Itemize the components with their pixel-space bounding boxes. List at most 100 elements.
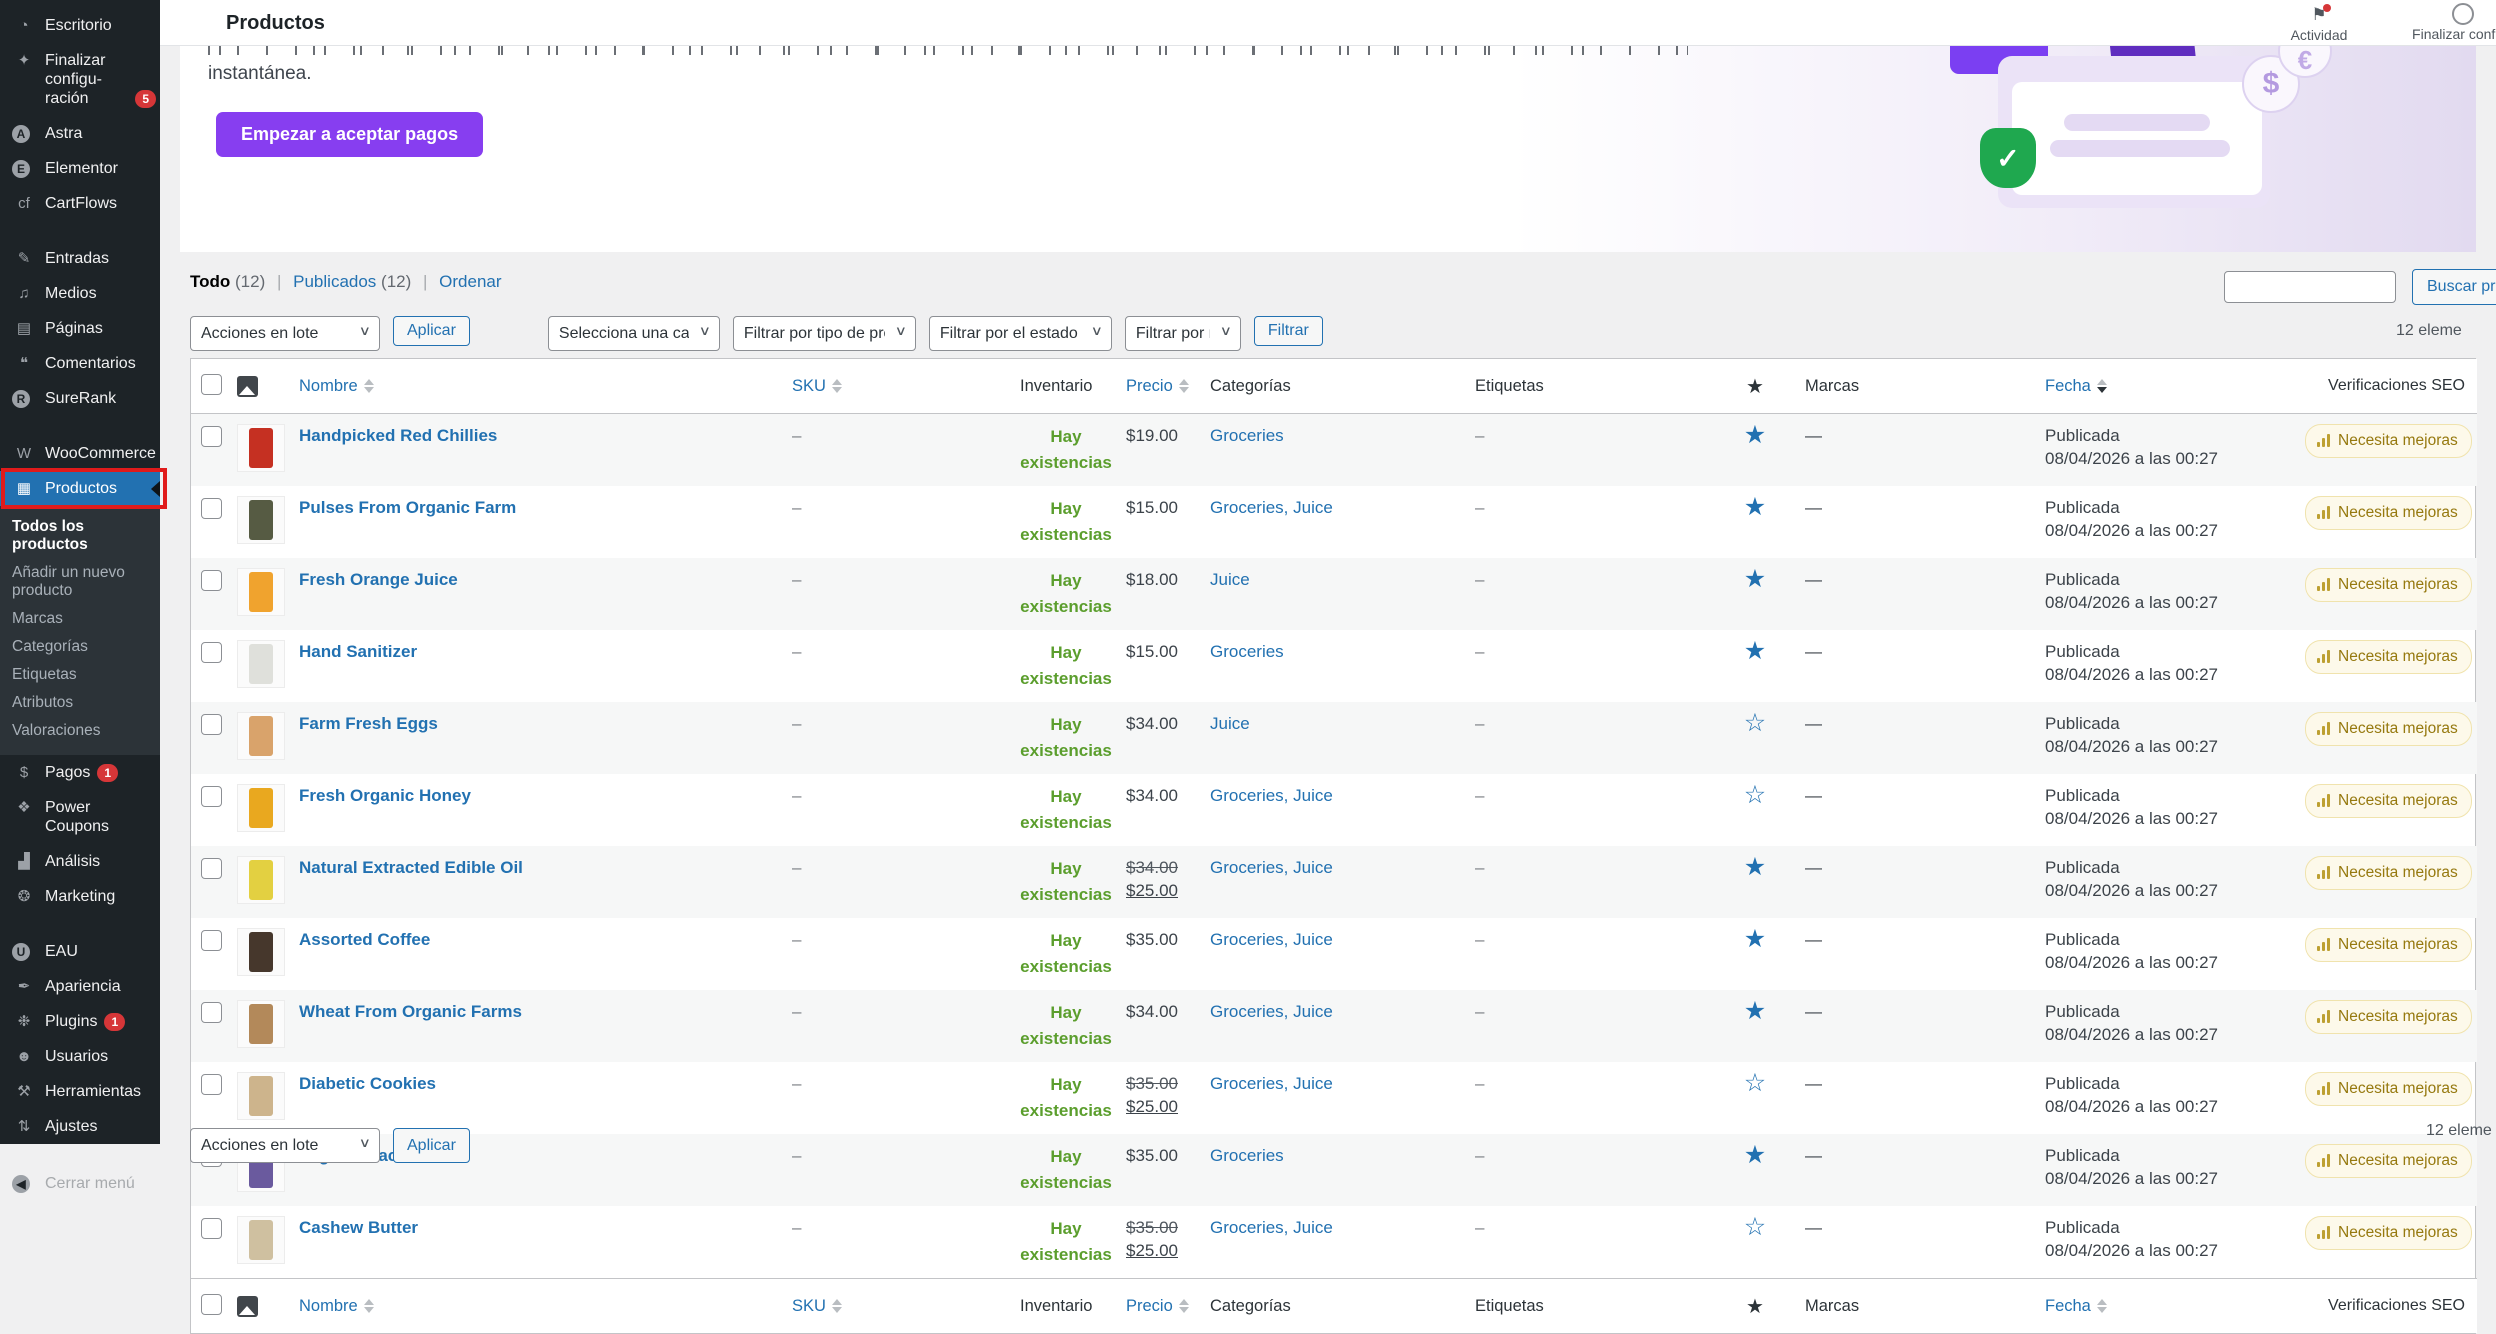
featured-star-filled-icon[interactable]: ★: [1744, 421, 1766, 449]
sidebar-item-power-coupons[interactable]: ❖ Power Coupons: [0, 790, 160, 844]
category-links[interactable]: Groceries: [1210, 642, 1284, 661]
view-published-link[interactable]: Publicados: [293, 272, 376, 291]
featured-star-filled-icon[interactable]: ★: [1744, 493, 1766, 521]
sort-by-price-footer[interactable]: Precio: [1126, 1297, 1189, 1316]
seo-check-badge[interactable]: Necesita mejoras: [2305, 1072, 2472, 1106]
product-name-link[interactable]: Assorted Coffee: [299, 930, 430, 949]
product-name-link[interactable]: Diabetic Cookies: [299, 1074, 436, 1093]
seo-check-badge[interactable]: Necesita mejoras: [2305, 1000, 2472, 1034]
category-links[interactable]: Groceries, Juice: [1210, 858, 1333, 877]
sort-by-date-footer[interactable]: Fecha: [2045, 1297, 2107, 1316]
sidebar-item-paginas[interactable]: ▤ Páginas: [0, 311, 160, 346]
finish-setup-button[interactable]: Finalizar configu: [2404, 3, 2496, 43]
featured-star-filled-icon[interactable]: ★: [1744, 637, 1766, 665]
product-thumbnail[interactable]: [237, 928, 285, 976]
product-thumbnail[interactable]: [237, 712, 285, 760]
sort-by-sku-footer[interactable]: SKU: [792, 1297, 842, 1316]
sidebar-item-pagos[interactable]: $ Pagos 1: [0, 755, 160, 790]
category-links[interactable]: Juice: [1210, 714, 1250, 733]
sidebar-item-surerank[interactable]: R SureRank: [0, 381, 160, 416]
sort-by-sku[interactable]: SKU: [792, 377, 842, 396]
seo-check-badge[interactable]: Necesita mejoras: [2305, 784, 2472, 818]
featured-star-hollow-icon[interactable]: ☆: [1744, 1069, 1766, 1097]
sidebar-item-cerrar-menu[interactable]: ◀ Cerrar menú: [0, 1166, 160, 1201]
select-all-checkbox[interactable]: [201, 374, 222, 395]
view-sort-link[interactable]: Ordenar: [439, 272, 501, 291]
activity-button[interactable]: ⚑ Actividad: [2260, 3, 2378, 43]
sidebar-item-apariencia[interactable]: ✒ Apariencia: [0, 969, 160, 1004]
product-name-link[interactable]: Farm Fresh Eggs: [299, 714, 438, 733]
product-name-link[interactable]: Handpicked Red Chillies: [299, 426, 497, 445]
product-thumbnail[interactable]: [237, 640, 285, 688]
featured-star-filled-icon[interactable]: ★: [1744, 853, 1766, 881]
sidebar-item-comentarios[interactable]: ❝ Comentarios: [0, 346, 160, 381]
seo-check-badge[interactable]: Necesita mejoras: [2305, 928, 2472, 962]
sort-by-name[interactable]: Nombre: [299, 377, 374, 396]
featured-star-hollow-icon[interactable]: ☆: [1744, 1213, 1766, 1241]
submenu-item-categorias[interactable]: Categorías: [12, 633, 160, 661]
product-thumbnail[interactable]: [237, 784, 285, 832]
sidebar-item-entradas[interactable]: ✎ Entradas: [0, 241, 160, 276]
seo-check-badge[interactable]: Necesita mejoras: [2305, 1144, 2472, 1178]
apply-button[interactable]: Aplicar: [393, 316, 470, 346]
row-checkbox[interactable]: [201, 1002, 222, 1023]
product-name-link[interactable]: Hand Sanitizer: [299, 642, 417, 661]
row-checkbox[interactable]: [201, 642, 222, 663]
sidebar-item-eau[interactable]: U EAU: [0, 934, 160, 969]
product-thumbnail[interactable]: [237, 1216, 285, 1264]
seo-check-badge[interactable]: Necesita mejoras: [2305, 496, 2472, 530]
sidebar-item-elementor[interactable]: E Elementor: [0, 151, 160, 186]
product-name-link[interactable]: Wheat From Organic Farms: [299, 1002, 522, 1021]
seo-check-badge[interactable]: Necesita mejoras: [2305, 1216, 2472, 1250]
category-links[interactable]: Groceries, Juice: [1210, 1218, 1333, 1237]
seo-check-badge[interactable]: Necesita mejoras: [2305, 712, 2472, 746]
category-links[interactable]: Groceries: [1210, 1146, 1284, 1165]
category-links[interactable]: Groceries, Juice: [1210, 1002, 1333, 1021]
category-links[interactable]: Juice: [1210, 570, 1250, 589]
product-name-link[interactable]: Fresh Organic Honey: [299, 786, 471, 805]
category-links[interactable]: Groceries, Juice: [1210, 930, 1333, 949]
featured-star-filled-icon[interactable]: ★: [1744, 565, 1766, 593]
category-links[interactable]: Groceries, Juice: [1210, 786, 1333, 805]
brand-filter-select[interactable]: Filtrar por marca: [1125, 316, 1241, 351]
row-checkbox[interactable]: [201, 498, 222, 519]
submenu-item-atributos[interactable]: Atributos: [12, 689, 160, 717]
sidebar-item-marketing[interactable]: ❂ Marketing: [0, 879, 160, 914]
sidebar-item-productos[interactable]: ▦ Productos: [0, 471, 160, 506]
product-name-link[interactable]: Cashew Butter: [299, 1218, 418, 1237]
featured-star-hollow-icon[interactable]: ☆: [1744, 781, 1766, 809]
filter-button[interactable]: Filtrar: [1254, 316, 1323, 346]
seo-check-badge[interactable]: Necesita mejoras: [2305, 424, 2472, 458]
featured-star-filled-icon[interactable]: ★: [1744, 1141, 1766, 1169]
sidebar-item-escritorio[interactable]: ◔ Escritorio: [0, 8, 160, 43]
sidebar-item-usuarios[interactable]: ☻ Usuarios: [0, 1039, 160, 1074]
featured-star-filled-icon[interactable]: ★: [1744, 997, 1766, 1025]
featured-star-filled-icon[interactable]: ★: [1744, 925, 1766, 953]
search-products-button[interactable]: Buscar produc: [2412, 269, 2496, 305]
seo-check-badge[interactable]: Necesita mejoras: [2305, 640, 2472, 674]
sidebar-item-woocommerce[interactable]: W WooCommerce: [0, 436, 160, 471]
row-checkbox[interactable]: [201, 426, 222, 447]
product-thumbnail[interactable]: [237, 1072, 285, 1120]
category-links[interactable]: Groceries, Juice: [1210, 1074, 1333, 1093]
submenu-item-todos-los-productos[interactable]: Todos los productos: [12, 513, 160, 559]
product-type-filter-select[interactable]: Filtrar por tipo de producto: [733, 316, 916, 351]
row-checkbox[interactable]: [201, 570, 222, 591]
row-checkbox[interactable]: [201, 714, 222, 735]
sort-by-date[interactable]: Fecha: [2045, 377, 2107, 396]
product-name-link[interactable]: Pulses From Organic Farm: [299, 498, 516, 517]
category-links[interactable]: Groceries: [1210, 426, 1284, 445]
product-thumbnail[interactable]: [237, 568, 285, 616]
row-checkbox[interactable]: [201, 1074, 222, 1095]
sidebar-item-plugins[interactable]: ❉ Plugins 1: [0, 1004, 160, 1039]
bulk-actions-select[interactable]: Acciones en lote: [190, 316, 380, 351]
sidebar-item-finalizar-configuracion[interactable]: ✦ Finalizar configu- ración 5: [0, 43, 160, 116]
category-links[interactable]: Groceries, Juice: [1210, 498, 1333, 517]
sort-by-price[interactable]: Precio: [1126, 377, 1189, 396]
row-checkbox[interactable]: [201, 1218, 222, 1239]
view-all-link[interactable]: Todo: [190, 272, 230, 291]
product-thumbnail[interactable]: [237, 424, 285, 472]
sidebar-item-analisis[interactable]: ▟ Análisis: [0, 844, 160, 879]
row-checkbox[interactable]: [201, 858, 222, 879]
product-thumbnail[interactable]: [237, 496, 285, 544]
